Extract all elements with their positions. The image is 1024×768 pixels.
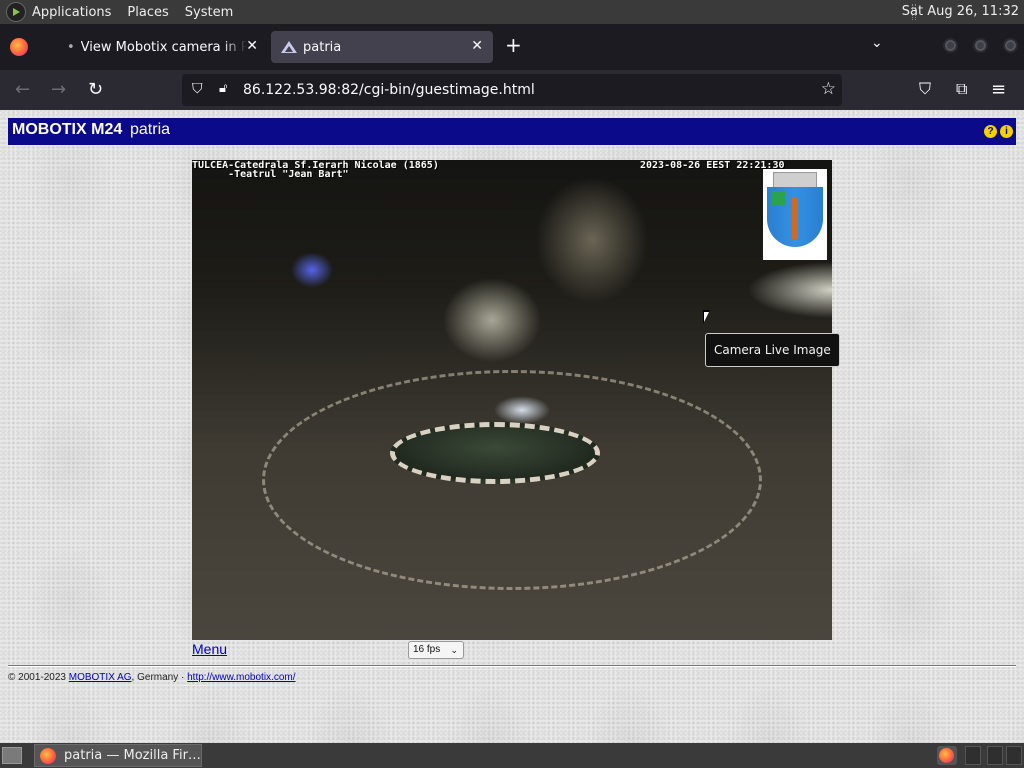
firefox-view-icon[interactable] — [10, 38, 28, 56]
tracking-protection-shield-icon[interactable]: ⛉ — [192, 81, 203, 97]
applications-menu[interactable]: Applications — [32, 5, 111, 20]
tab-patria[interactable]: patria ✕ — [271, 31, 493, 63]
bookmark-star-icon[interactable]: ☆ — [821, 79, 836, 99]
menu-link[interactable]: Menu — [192, 641, 227, 657]
tab-title: View Mobotix camera in Romania — [80, 39, 247, 55]
tab-title: patria — [303, 39, 342, 55]
brand-title: MOBOTIX M24 — [12, 121, 123, 138]
reload-icon[interactable]: ↻ — [88, 79, 103, 100]
system-menu[interactable]: System — [185, 5, 233, 20]
tab-attention-dot-icon: • — [67, 39, 75, 55]
show-desktop-icon[interactable] — [2, 747, 22, 764]
navigation-toolbar: ← → ↻ ⛉ 🔓︎ 86.122.53.98:82/cgi-bin/guest… — [0, 70, 1024, 110]
mobotix-favicon-icon — [281, 40, 297, 54]
forward-arrow-icon[interactable]: → — [51, 79, 66, 100]
workspace-firefox-icon[interactable] — [937, 746, 957, 765]
close-tab-icon[interactable]: ✕ — [246, 38, 258, 54]
page-content: MOBOTIX M24 patria ? i TULCEA-Catedrala … — [0, 110, 1024, 743]
mobotix-title-bar: MOBOTIX M24 patria ? i — [8, 118, 1016, 145]
close-tab-icon[interactable]: ✕ — [471, 38, 483, 54]
extensions-icon[interactable]: ⧉ — [956, 79, 967, 99]
workspace-4[interactable] — [1006, 746, 1022, 765]
mouse-cursor-icon — [703, 310, 710, 324]
distro-logo-icon[interactable] — [6, 2, 26, 22]
camera-name: patria — [130, 121, 171, 138]
divider — [8, 665, 1016, 667]
help-icon[interactable]: ? — [984, 125, 997, 138]
insecure-connection-lock-icon[interactable]: 🔓︎ — [219, 81, 227, 96]
back-arrow-icon[interactable]: ← — [15, 79, 30, 100]
fps-value: 16 fps — [413, 644, 441, 655]
new-tab-icon[interactable]: + — [505, 33, 522, 57]
maximize-window-icon[interactable] — [973, 38, 988, 53]
workspace-3[interactable] — [987, 746, 1003, 765]
camera-tooltip: Camera Live Image — [705, 333, 840, 367]
url-text[interactable]: 86.122.53.98:82/cgi-bin/guestimage.html — [243, 82, 535, 98]
tab-mobotix-romania[interactable]: • View Mobotix camera in Romania ✕ — [50, 31, 268, 63]
close-window-icon[interactable] — [1003, 38, 1018, 53]
minimize-window-icon[interactable] — [943, 38, 958, 53]
top-panel: Applications Places System Sat Aug 26, 1… — [0, 0, 1024, 24]
roundabout-island — [390, 422, 600, 484]
list-all-tabs-chevron-icon[interactable]: ⌄ — [871, 35, 883, 51]
mobotix-ag-link[interactable]: MOBOTIX AG — [69, 672, 132, 683]
taskbar-firefox-window[interactable]: patria — Mozilla Fir… — [34, 744, 202, 767]
url-bar[interactable]: ⛉ 🔓︎ 86.122.53.98:82/cgi-bin/guestimage.… — [182, 74, 842, 106]
places-menu[interactable]: Places — [127, 5, 168, 20]
footer-country: , Germany · — [131, 672, 188, 683]
chevron-down-icon: ⌄ — [450, 645, 458, 655]
taskbar-window-title: patria — Mozilla Fir… — [64, 748, 201, 763]
clock[interactable]: Sat Aug 26, 11:32 — [902, 4, 1019, 19]
firefox-icon — [40, 747, 56, 764]
info-icon[interactable]: i — [1000, 125, 1013, 138]
workspace-2[interactable] — [965, 746, 981, 765]
footer: © 2001-2023 MOBOTIX AG, Germany · http:/… — [8, 672, 296, 683]
fps-select[interactable]: 16 fps ⌄ — [408, 641, 464, 659]
bottom-panel: patria — Mozilla Fir… — [0, 743, 1024, 768]
mobotix-url-link[interactable]: http://www.mobotix.com/ — [187, 672, 295, 683]
pocket-icon[interactable]: ⛉ — [919, 79, 931, 99]
tulcea-coat-of-arms-icon — [763, 169, 827, 260]
overlay-location-line2: -Teatrul "Jean Bart" — [192, 169, 349, 180]
camera-live-image[interactable]: TULCEA-Catedrala Sf.Ierarh Nicolae (1865… — [192, 160, 832, 640]
footer-copyright: © 2001-2023 — [8, 672, 69, 683]
hamburger-menu-icon[interactable]: ≡ — [991, 79, 1006, 100]
